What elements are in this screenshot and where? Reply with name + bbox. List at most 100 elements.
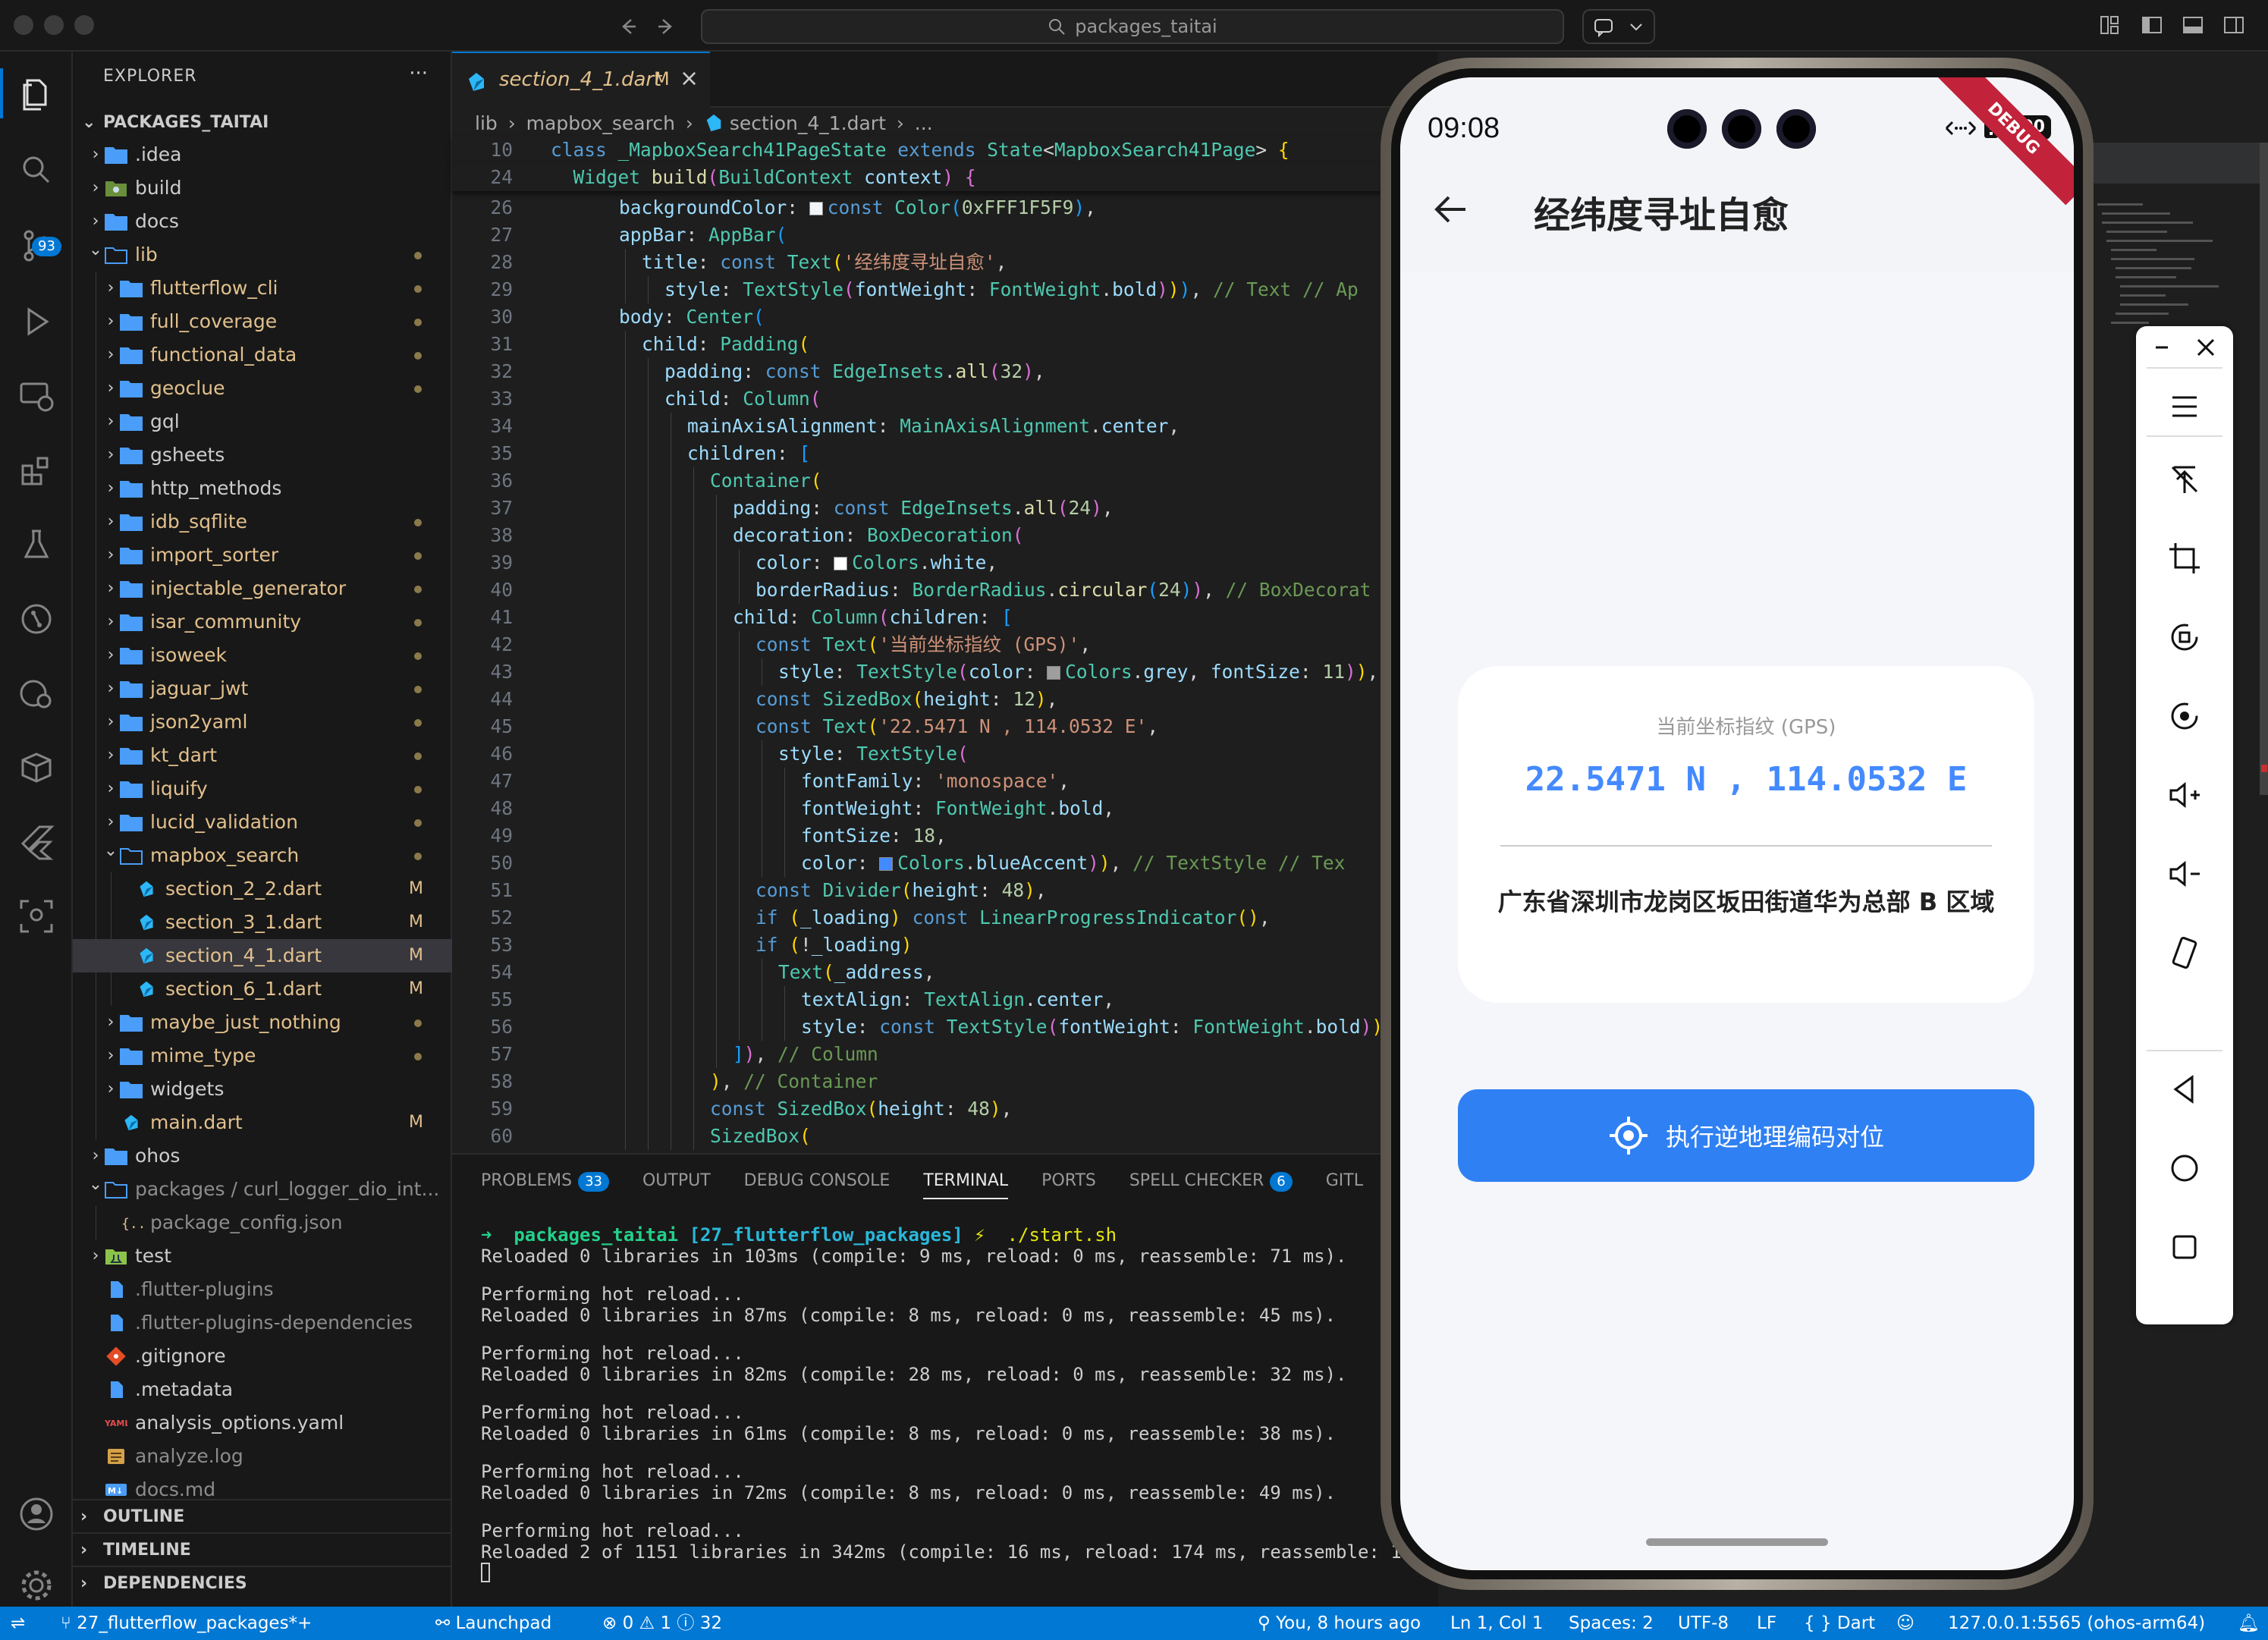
menu-icon[interactable] [2165,387,2204,426]
chevron-right-icon[interactable]: › [103,405,118,438]
encoding[interactable]: UTF-8 [1678,1607,1729,1640]
chevron-right-icon[interactable]: › [103,639,118,672]
tree-file[interactable]: YAML analysis_options.yaml [73,1406,452,1440]
tree-file[interactable]: {..} package_config.json [73,1206,452,1239]
crop-screenshot-icon[interactable] [2165,539,2204,578]
tab-close-icon[interactable]: × [680,65,699,92]
chevron-right-icon[interactable]: › [103,272,118,305]
chevron-right-icon[interactable]: › [88,1139,103,1173]
chevron-right-icon[interactable]: › [103,305,118,338]
tree-folder[interactable]: › lucid_validation [73,806,452,839]
panel-tab-gitl[interactable]: GITL [1326,1171,1363,1190]
tree-folder[interactable]: ⌄ packages / curl_logger_dio_int... [73,1173,452,1206]
chevron-right-icon[interactable]: › [88,1239,103,1273]
settings-gear-icon[interactable] [17,1566,56,1605]
volume-down-icon[interactable] [2165,854,2204,894]
tree-folder[interactable]: › full_coverage [73,305,452,338]
end-of-line[interactable]: LF [1757,1607,1776,1640]
panel-tab-problems[interactable]: PROBLEMS 33 [481,1171,609,1192]
tree-file[interactable]: .metadata [73,1373,452,1406]
tree-folder[interactable]: › jaguar_jwt [73,672,452,705]
tree-file[interactable]: main.dart M [73,1106,452,1139]
minimize-window-button[interactable] [44,15,64,35]
flutter-icon[interactable] [17,822,56,862]
chevron-down-icon[interactable]: ⌄ [103,839,118,868]
back-nav-icon[interactable] [2165,1070,2204,1109]
flutter-device[interactable]: 127.0.0.1:5565 (ohos-arm64) [1948,1607,2205,1640]
timeline-icon[interactable] [17,674,56,713]
tree-folder[interactable]: › flutterflow_cli [73,272,452,305]
outline-section[interactable]: › OUTLINE [73,1499,452,1532]
problems-indicator[interactable]: ⊗ 0 ⚠ 1 ⓘ 32 [602,1607,722,1640]
chevron-down-icon[interactable]: ⌄ [88,238,103,267]
chevron-right-icon[interactable]: › [103,739,118,772]
dependencies-section[interactable]: › DEPENDENCIES [73,1566,452,1599]
tree-file[interactable]: .flutter-plugins [73,1273,452,1306]
breadcrumb-lib[interactable]: lib [475,112,498,134]
chevron-right-icon[interactable]: › [103,705,118,739]
containers-icon[interactable] [17,748,56,787]
recents-nav-icon[interactable] [2165,1227,2204,1267]
panel-tab-ports[interactable]: PORTS [1041,1171,1096,1190]
tree-folder[interactable]: › mime_type [73,1039,452,1073]
tree-folder[interactable]: › http_methods [73,472,452,505]
tree-folder[interactable]: › idb_sqflite [73,505,452,539]
account-icon[interactable] [17,1494,56,1534]
chevron-down-icon[interactable]: ⌄ [88,1173,103,1202]
notifications-bell-icon[interactable]: 🔔︎ [2238,1607,2260,1640]
device-rotate-icon[interactable] [2165,933,2204,972]
close-window-button[interactable] [14,15,33,35]
chevron-right-icon[interactable]: › [88,205,103,238]
toggle-primary-sidebar-icon[interactable] [2141,14,2163,36]
toggle-panel-icon[interactable] [2182,14,2204,36]
run-debug-icon[interactable] [17,302,56,341]
customize-layout-icon[interactable] [2098,14,2121,36]
tree-file[interactable]: .flutter-plugins-dependencies [73,1306,452,1340]
chevron-right-icon[interactable]: › [103,372,118,405]
tree-folder[interactable]: › .idea [73,138,452,171]
tree-file[interactable]: section_2_2.dart M [73,872,452,906]
panel-tab-output[interactable]: OUTPUT [642,1171,711,1190]
search-icon[interactable] [17,150,56,190]
home-indicator[interactable] [1646,1538,1828,1546]
chevron-right-icon[interactable]: › [88,138,103,171]
copilot-icon[interactable]: ☺ [1896,1607,1915,1640]
more-actions-icon[interactable]: ··· [409,62,428,85]
chevron-right-icon[interactable]: › [88,171,103,205]
tree-folder[interactable]: ⌄ mapbox_search [73,839,452,872]
panel-tab-debug-console[interactable]: DEBUG CONSOLE [744,1171,891,1190]
scan-icon[interactable] [17,897,56,936]
tree-folder[interactable]: › isoweek [73,639,452,672]
project-header[interactable]: ⌄ PACKAGES_TAITAI [73,108,452,138]
remote-explorer-icon[interactable] [17,376,56,416]
branch-indicator[interactable]: ⑂ 27_flutterflow_packages*+ [61,1607,312,1640]
chevron-right-icon[interactable]: › [103,572,118,605]
tree-file[interactable]: analyze.log [73,1440,452,1473]
minimize-icon[interactable] [2150,334,2177,361]
code-view[interactable]: 10 class _MapboxSearch41PageState extends… [452,137,1438,1150]
back-arrow-icon[interactable] [1432,193,1469,226]
tree-folder[interactable]: › test [73,1239,452,1273]
breadcrumb-symbol[interactable]: ... [915,112,933,134]
chevron-right-icon[interactable]: › [103,672,118,705]
color-swatch[interactable] [809,202,823,215]
chevron-right-icon[interactable]: › [103,472,118,505]
tree-folder[interactable]: ⌄ lib [73,238,452,272]
explorer-icon[interactable] [17,74,56,114]
color-swatch[interactable] [1047,666,1061,680]
chevron-right-icon[interactable]: › [103,806,118,839]
tree-folder[interactable]: › ohos [73,1139,452,1173]
tree-file[interactable]: section_3_1.dart M [73,906,452,939]
chevron-right-icon[interactable]: › [103,605,118,639]
chevron-right-icon[interactable]: › [103,772,118,806]
volume-up-icon[interactable] [2165,775,2204,815]
chevron-right-icon[interactable]: › [103,338,118,372]
chevron-right-icon[interactable]: › [103,1006,118,1039]
tree-folder[interactable]: › kt_dart [73,739,452,772]
rotate-icon[interactable] [2165,617,2204,657]
tree-folder[interactable]: › geoclue [73,372,452,405]
home-nav-icon[interactable] [2165,1148,2204,1188]
chevron-right-icon[interactable]: › [103,1073,118,1106]
launchpad-item[interactable]: ⚯ Launchpad [435,1607,551,1640]
copilot-chat-button[interactable] [1582,9,1655,44]
